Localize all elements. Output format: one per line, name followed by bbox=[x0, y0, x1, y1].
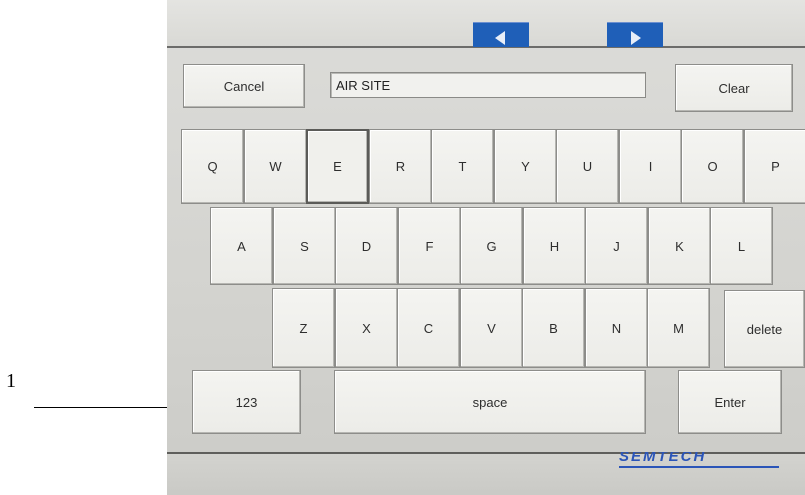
space-button[interactable]: space bbox=[334, 370, 646, 434]
arrow-right-icon bbox=[631, 31, 641, 45]
key-x[interactable]: X bbox=[335, 288, 398, 368]
key-p[interactable]: P bbox=[744, 129, 805, 204]
key-i[interactable]: I bbox=[619, 129, 682, 204]
top-bar bbox=[167, 0, 805, 48]
key-c[interactable]: C bbox=[397, 288, 460, 368]
key-h[interactable]: H bbox=[523, 207, 586, 285]
key-s[interactable]: S bbox=[273, 207, 336, 285]
key-n[interactable]: N bbox=[585, 288, 648, 368]
key-t[interactable]: T bbox=[431, 129, 494, 204]
key-q[interactable]: Q bbox=[181, 129, 244, 204]
key-f[interactable]: F bbox=[398, 207, 461, 285]
key-r[interactable]: R bbox=[369, 129, 432, 204]
key-z[interactable]: Z bbox=[272, 288, 335, 368]
touch-screen: Cancel AIR SITE Clear QWERTYUIOP ASDFGHJK… bbox=[167, 0, 805, 495]
callout-number: 1 bbox=[6, 370, 16, 392]
key-l[interactable]: L bbox=[710, 207, 773, 285]
key-d[interactable]: D bbox=[335, 207, 398, 285]
nav-next-button[interactable] bbox=[607, 22, 663, 47]
key-u[interactable]: U bbox=[556, 129, 619, 204]
arrow-left-icon bbox=[495, 31, 505, 45]
key-a[interactable]: A bbox=[210, 207, 273, 285]
text-input[interactable]: AIR SITE bbox=[330, 72, 646, 98]
key-o[interactable]: O bbox=[681, 129, 744, 204]
key-w[interactable]: W bbox=[244, 129, 307, 204]
key-e[interactable]: E bbox=[306, 129, 369, 204]
key-b[interactable]: B bbox=[522, 288, 585, 368]
clear-button[interactable]: Clear bbox=[675, 64, 793, 112]
cancel-button[interactable]: Cancel bbox=[183, 64, 305, 108]
key-j[interactable]: J bbox=[585, 207, 648, 285]
brand-logo: SEMTECH bbox=[619, 452, 779, 468]
key-k[interactable]: K bbox=[648, 207, 711, 285]
delete-button[interactable]: delete bbox=[724, 290, 805, 368]
enter-button[interactable]: Enter bbox=[678, 370, 782, 434]
key-y[interactable]: Y bbox=[494, 129, 557, 204]
key-v[interactable]: V bbox=[460, 288, 523, 368]
key-g[interactable]: G bbox=[460, 207, 523, 285]
numbers-toggle-button[interactable]: 123 bbox=[192, 370, 301, 434]
key-m[interactable]: M bbox=[647, 288, 710, 368]
nav-prev-button[interactable] bbox=[473, 22, 529, 47]
